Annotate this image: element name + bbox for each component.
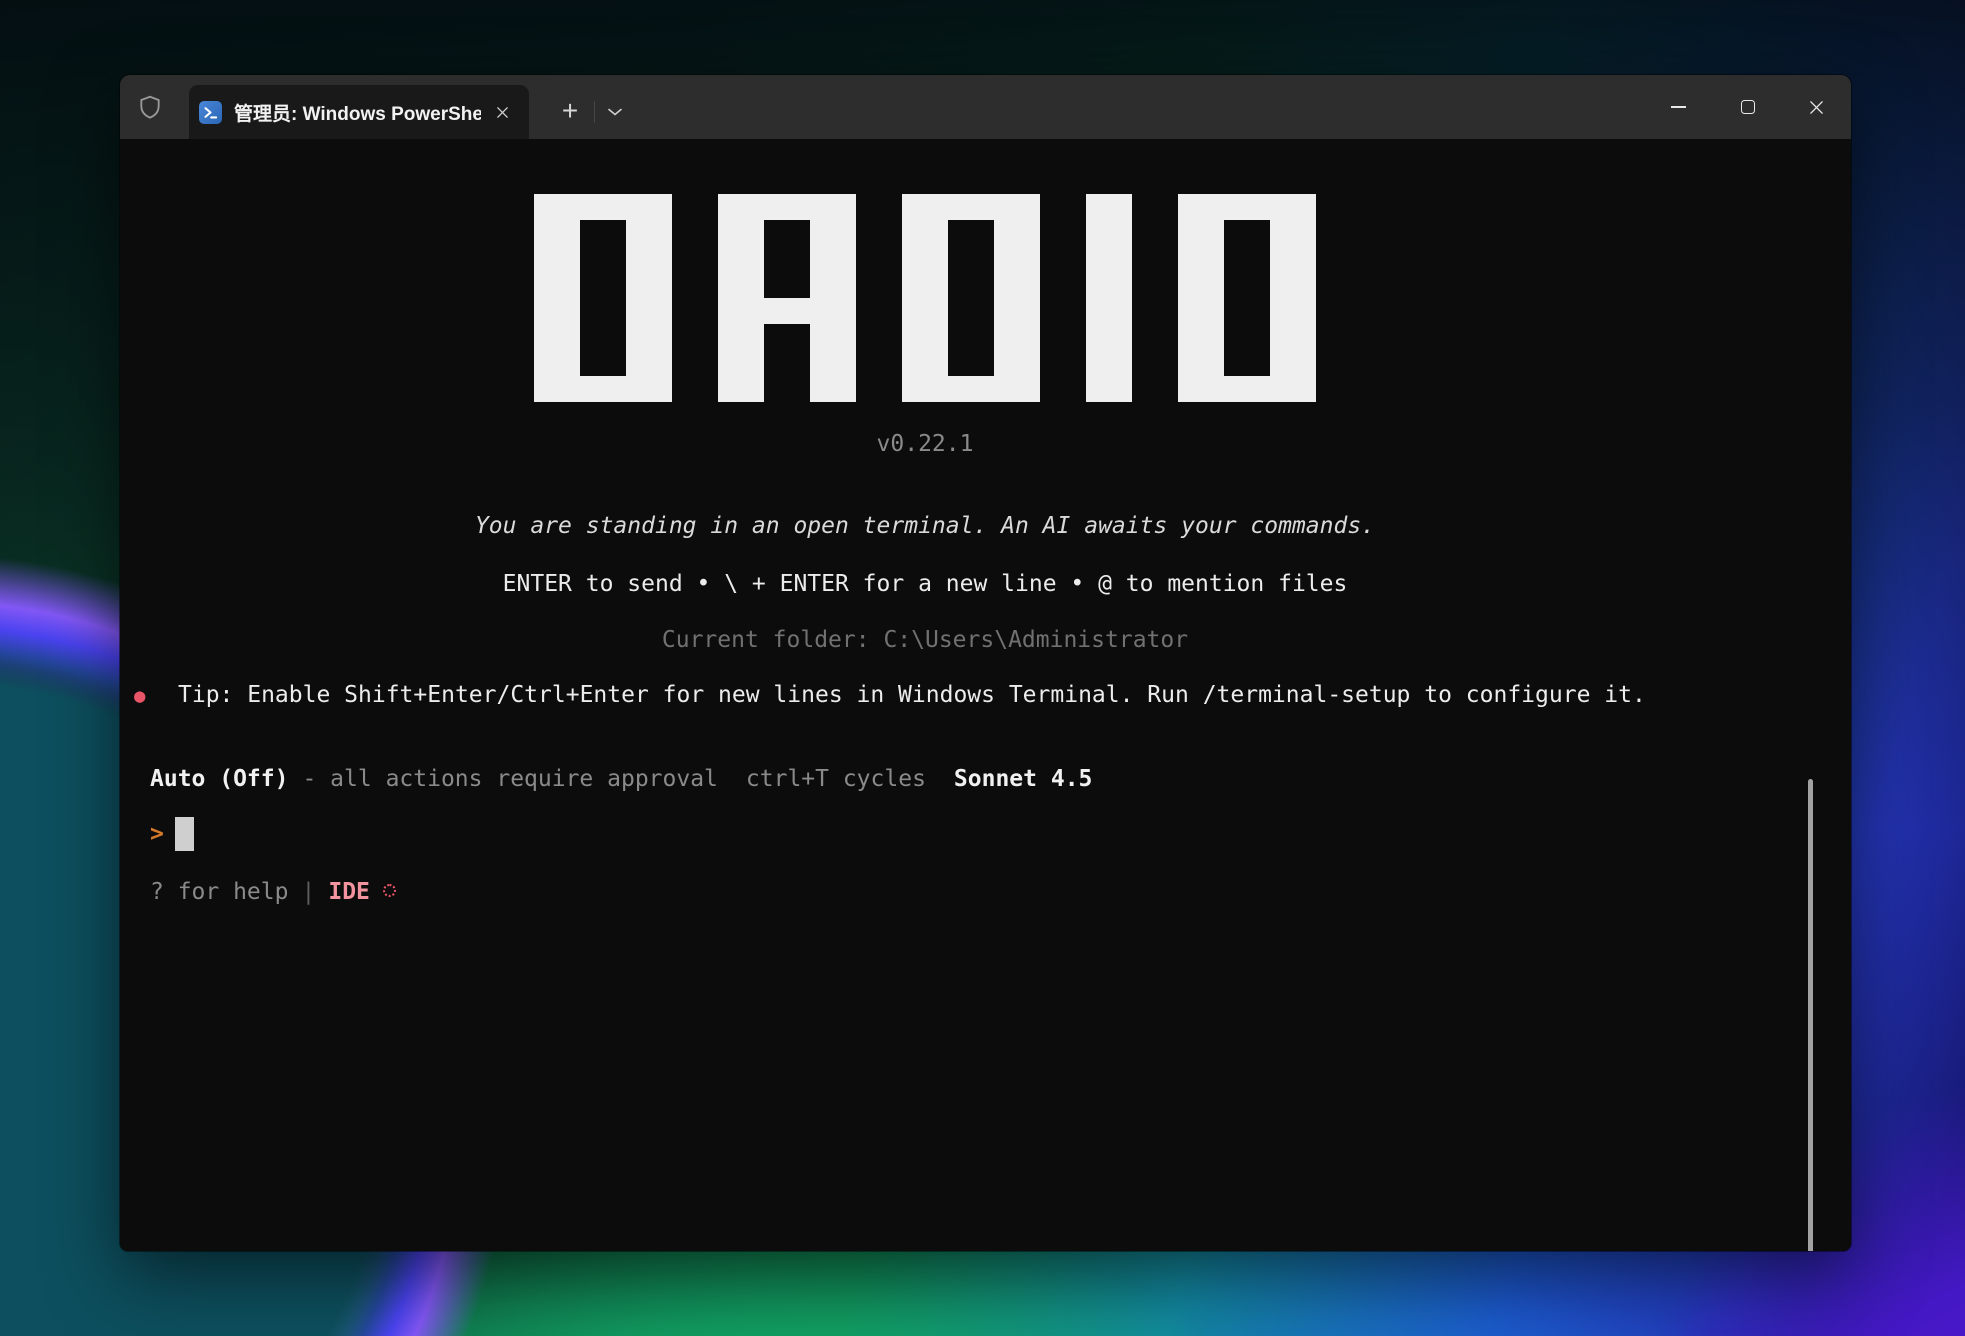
minimize-button[interactable]: [1644, 75, 1713, 139]
tab-dropdown-button[interactable]: [598, 95, 632, 129]
auto-mode-status[interactable]: Auto (Off): [150, 766, 288, 792]
admin-shield-icon: [137, 94, 163, 120]
new-tab-button[interactable]: +: [549, 91, 591, 133]
help-separator: |: [301, 879, 315, 905]
help-line: ? for help | IDE: [150, 878, 1851, 906]
model-name[interactable]: Sonnet 4.5: [954, 766, 1092, 792]
tip-line: ●Tip: Enable Shift+Enter/Ctrl+Enter for …: [150, 681, 1851, 710]
help-hint-text: ? for help: [150, 879, 288, 905]
close-button[interactable]: [1782, 75, 1851, 139]
ide-connection-status-icon: [383, 884, 396, 897]
tab-powershell[interactable]: 管理员: Windows PowerShell: [189, 85, 529, 139]
close-icon: [1808, 99, 1825, 116]
auto-mode-description: - all actions require approval: [302, 766, 717, 792]
prompt-input-line[interactable]: >: [150, 817, 1851, 851]
powershell-icon: [199, 101, 222, 124]
maximize-button[interactable]: [1713, 75, 1782, 139]
tagline-text: You are standing in an open terminal. An…: [150, 512, 1700, 540]
hints-text: ENTER to send • \ + ENTER for a new line…: [150, 570, 1700, 598]
status-line: Auto (Off) - all actions require approval…: [150, 765, 1851, 793]
tab-bar-divider: [594, 101, 595, 123]
version-text: v0.22.1: [150, 430, 1700, 458]
ide-label[interactable]: IDE: [328, 879, 370, 905]
text-cursor: [175, 817, 194, 851]
tab-title: 管理员: Windows PowerShell: [234, 99, 481, 126]
minimize-icon: [1671, 106, 1686, 108]
prompt-chevron: >: [150, 821, 164, 847]
droid-logo: [150, 194, 1700, 402]
titlebar: 管理员: Windows PowerShell +: [120, 75, 1851, 139]
scrollbar-thumb[interactable]: [1808, 779, 1813, 1251]
cycle-hint: ctrl+T cycles: [746, 766, 926, 792]
tip-text: Tip: Enable Shift+Enter/Ctrl+Enter for n…: [178, 682, 1646, 708]
desktop-wallpaper: 管理员: Windows PowerShell +: [0, 0, 1965, 1336]
tip-bullet-icon: ●: [134, 682, 178, 710]
terminal-window: 管理员: Windows PowerShell +: [120, 75, 1851, 1251]
current-folder-text: Current folder: C:\Users\Administrator: [150, 626, 1700, 654]
maximize-icon: [1741, 100, 1755, 114]
terminal-content: v0.22.1 You are standing in an open term…: [120, 194, 1851, 1251]
tab-close-icon[interactable]: [487, 97, 517, 127]
window-controls: [1644, 75, 1851, 139]
